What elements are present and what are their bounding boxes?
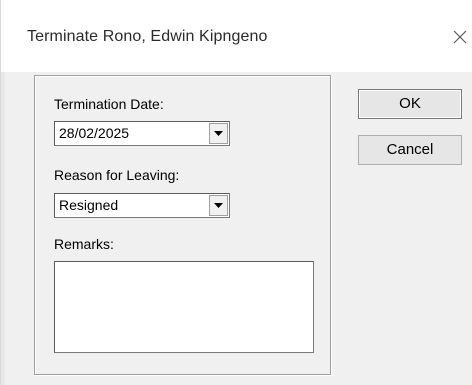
remarks-textarea[interactable] <box>54 261 314 353</box>
reason-for-leaving-value: Resigned <box>59 197 119 213</box>
reason-for-leaving-dropdown-button[interactable] <box>209 195 228 216</box>
termination-date-label: Termination Date: <box>54 96 164 112</box>
termination-date-dropdown[interactable]: 28/02/2025 <box>54 121 230 146</box>
dialog-title: Terminate Rono, Edwin Kipngeno <box>27 28 268 45</box>
title-bar[interactable]: Terminate Rono, Edwin Kipngeno <box>1 0 472 72</box>
termination-date-dropdown-button[interactable] <box>209 123 228 144</box>
chevron-down-icon <box>214 131 223 136</box>
reason-for-leaving-dropdown[interactable]: Resigned <box>54 193 230 218</box>
remarks-label: Remarks: <box>54 236 114 252</box>
window-edge <box>1 72 5 385</box>
close-button[interactable] <box>447 24 472 50</box>
chevron-down-icon <box>214 203 223 208</box>
terminate-dialog: Terminate Rono, Edwin Kipngeno Terminati… <box>0 0 472 385</box>
reason-for-leaving-label: Reason for Leaving: <box>54 167 180 183</box>
cancel-button[interactable]: Cancel <box>358 135 462 165</box>
close-icon <box>453 30 467 44</box>
termination-date-value: 28/02/2025 <box>59 125 130 141</box>
ok-button[interactable]: OK <box>358 89 462 119</box>
